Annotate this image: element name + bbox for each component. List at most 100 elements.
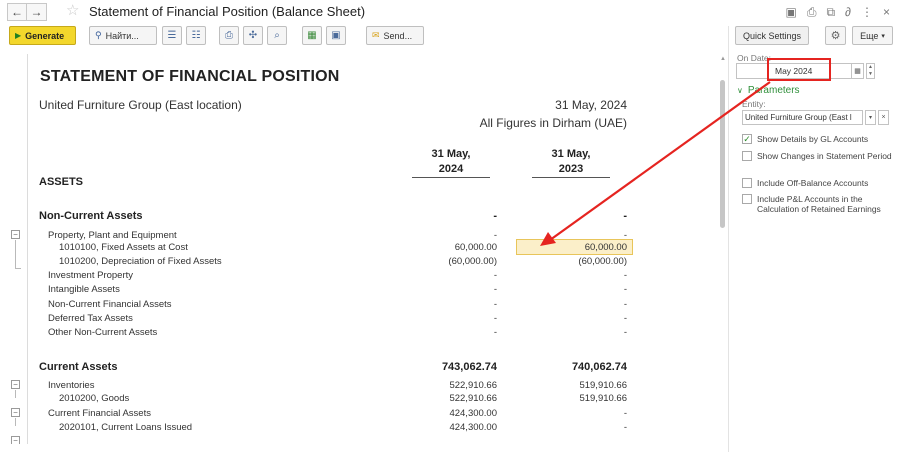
report-sheet[interactable]: − − − − STATEMENT OF FINANCIAL POSITION … xyxy=(9,54,721,444)
value-2024: - xyxy=(493,210,497,222)
report-row[interactable]: Intangible Assets - - xyxy=(9,284,721,298)
row-label: Property, Plant and Equipment xyxy=(48,230,177,241)
value-2023: - xyxy=(623,408,627,419)
entity-label: Entity: xyxy=(742,99,766,109)
report-row[interactable]: ASSETS xyxy=(9,176,721,190)
parameters-group-header[interactable]: ∨ Parameters xyxy=(737,85,800,96)
entity-input[interactable]: United Furniture Group (East l xyxy=(742,110,863,125)
entity-clear-button[interactable]: × xyxy=(878,110,889,125)
value-2024: 522,910.66 xyxy=(449,380,497,391)
window-title: Statement of Financial Position (Balance… xyxy=(89,4,366,19)
value-2024: (60,000.00) xyxy=(448,256,497,267)
option-show-details-gl[interactable]: ✓ Show Details by GL Accounts xyxy=(742,134,892,144)
send-label: Send... xyxy=(383,30,413,41)
option-include-off-balance[interactable]: Include Off-Balance Accounts xyxy=(742,178,892,188)
value-2024: - xyxy=(493,299,497,310)
report-row[interactable]: Non-Current Financial Assets - - xyxy=(9,299,721,313)
zoom-button[interactable]: ⌕ xyxy=(267,26,287,45)
checkbox[interactable] xyxy=(742,151,752,161)
row-label: ASSETS xyxy=(39,176,84,188)
printer-icon: ⎙ xyxy=(225,30,233,41)
favorite-star-icon[interactable]: ☆ xyxy=(66,3,79,19)
arrow-right-icon: → xyxy=(30,5,43,19)
back-button[interactable]: ← xyxy=(7,3,27,21)
settings-button[interactable]: ✣ xyxy=(243,26,263,45)
column-header-2023: 31 May, 2023 xyxy=(526,147,616,178)
title-bar: ← → ☆ Statement of Financial Position (B… xyxy=(0,0,900,24)
checkbox[interactable] xyxy=(742,178,752,188)
report-row[interactable]: 1010100, Fixed Assets at Cost 60,000.00 … xyxy=(9,242,721,256)
value-2023: - xyxy=(623,299,627,310)
value-2023: 519,910.66 xyxy=(579,380,627,391)
quick-settings-button[interactable]: Quick Settings xyxy=(735,26,809,45)
value-2023: - xyxy=(623,230,627,241)
row-label: Inventories xyxy=(48,380,95,391)
row-label: Other Non-Current Assets xyxy=(48,327,158,338)
chevron-down-icon: ∨ xyxy=(737,86,743,95)
expand-groups-button[interactable]: ☰ xyxy=(162,26,182,45)
value-2024: 60,000.00 xyxy=(454,242,497,253)
row-label: Non-Current Assets xyxy=(39,210,143,222)
row-label: Non-Current Financial Assets xyxy=(48,299,172,310)
save-icon[interactable]: ▣ xyxy=(786,5,797,20)
collapse-groups-button[interactable]: ☷ xyxy=(186,26,206,45)
group-collapse-icon[interactable]: − xyxy=(11,436,20,444)
report-row[interactable]: 2020101, Current Loans Issued 424,300.00… xyxy=(9,422,721,436)
scroll-thumb[interactable] xyxy=(720,80,725,228)
col-header-line1: 31 May, xyxy=(551,148,591,160)
on-date-label: On Date: xyxy=(737,53,772,63)
entity-dropdown-button[interactable]: ▾ xyxy=(865,110,876,125)
row-label: Current Financial Assets xyxy=(48,408,151,419)
preview-icon[interactable]: ⧉ xyxy=(826,5,835,20)
column-header-2024: 31 May, 2024 xyxy=(406,147,496,178)
close-icon[interactable]: × xyxy=(883,5,890,20)
calendar-icon[interactable]: ▦ xyxy=(851,63,864,79)
value-2024: - xyxy=(493,284,497,295)
report-row[interactable]: Inventories 522,910.66 519,910.66 xyxy=(9,380,721,394)
more-label: Еще xyxy=(860,30,879,41)
nav-buttons: ← → xyxy=(7,3,47,21)
find-button[interactable]: ⚲ Найти... xyxy=(89,26,157,45)
toolbar: ▶ Generate ⚲ Найти... ☰ ☷ ⎙ ✣ ⌕ ▦ ▣ ✉ Se… xyxy=(0,26,730,48)
expand-icon: ☰ xyxy=(167,30,177,41)
report-row[interactable]: 1010200, Depreciation of Fixed Assets (6… xyxy=(9,256,721,270)
report-row[interactable]: Current Assets 743,062.74 740,062.74 xyxy=(9,361,721,375)
report-row[interactable]: 2010200, Goods 522,910.66 519,910.66 xyxy=(9,393,721,407)
send-button[interactable]: ✉ Send... xyxy=(366,26,424,45)
scroll-up-icon[interactable]: ▲ xyxy=(720,56,726,62)
forward-button[interactable]: → xyxy=(27,3,47,21)
report-row[interactable]: Current Financial Assets 424,300.00 - xyxy=(9,408,721,422)
panel-settings-button[interactable]: ⚙ xyxy=(825,26,846,45)
more-button[interactable]: Еще ▾ xyxy=(852,26,893,45)
generate-label: Generate xyxy=(25,30,65,41)
checkbox[interactable] xyxy=(742,194,752,204)
report-row[interactable]: Investment Property - - xyxy=(9,270,721,284)
chevron-down-icon: ▾ xyxy=(881,32,885,40)
export-button[interactable]: ▦ xyxy=(302,26,322,45)
col-header-line1: 31 May, xyxy=(431,148,471,160)
report-row[interactable]: Non-Current Assets - - xyxy=(9,210,721,224)
menu-dots-icon[interactable]: ⋮ xyxy=(861,5,873,20)
print-button[interactable]: ⎙ xyxy=(219,26,239,45)
option-show-changes[interactable]: Show Changes in Statement Period xyxy=(742,151,892,161)
report-scrollbar[interactable]: ▲ xyxy=(720,54,726,444)
report-row[interactable]: Deferred Tax Assets - - xyxy=(9,313,721,327)
checkbox-checked[interactable]: ✓ xyxy=(742,134,752,144)
report-company: United Furniture Group (East location) xyxy=(39,98,242,112)
report-row[interactable]: Other Non-Current Assets - - xyxy=(9,327,721,341)
save-file-button[interactable]: ▣ xyxy=(326,26,346,45)
link-icon[interactable]: ∂ xyxy=(845,5,851,20)
row-label: 1010100, Fixed Assets at Cost xyxy=(59,242,188,253)
option-include-pl[interactable]: Include P&L Accounts in the Calculation … xyxy=(742,194,892,214)
print-icon[interactable]: ⎙ xyxy=(807,5,817,20)
parameters-label: Parameters xyxy=(747,85,800,96)
play-icon: ▶ xyxy=(15,31,22,40)
period-stepper[interactable]: ▲ ▼ xyxy=(866,63,875,79)
search-icon: ⚲ xyxy=(95,30,102,40)
find-label: Найти... xyxy=(105,30,139,41)
value-2024: 424,300.00 xyxy=(449,408,497,419)
generate-button[interactable]: ▶ Generate xyxy=(9,26,76,45)
value-2023: - xyxy=(623,284,627,295)
option-label: Include P&L Accounts in the Calculation … xyxy=(757,194,881,214)
value-2024: - xyxy=(493,327,497,338)
